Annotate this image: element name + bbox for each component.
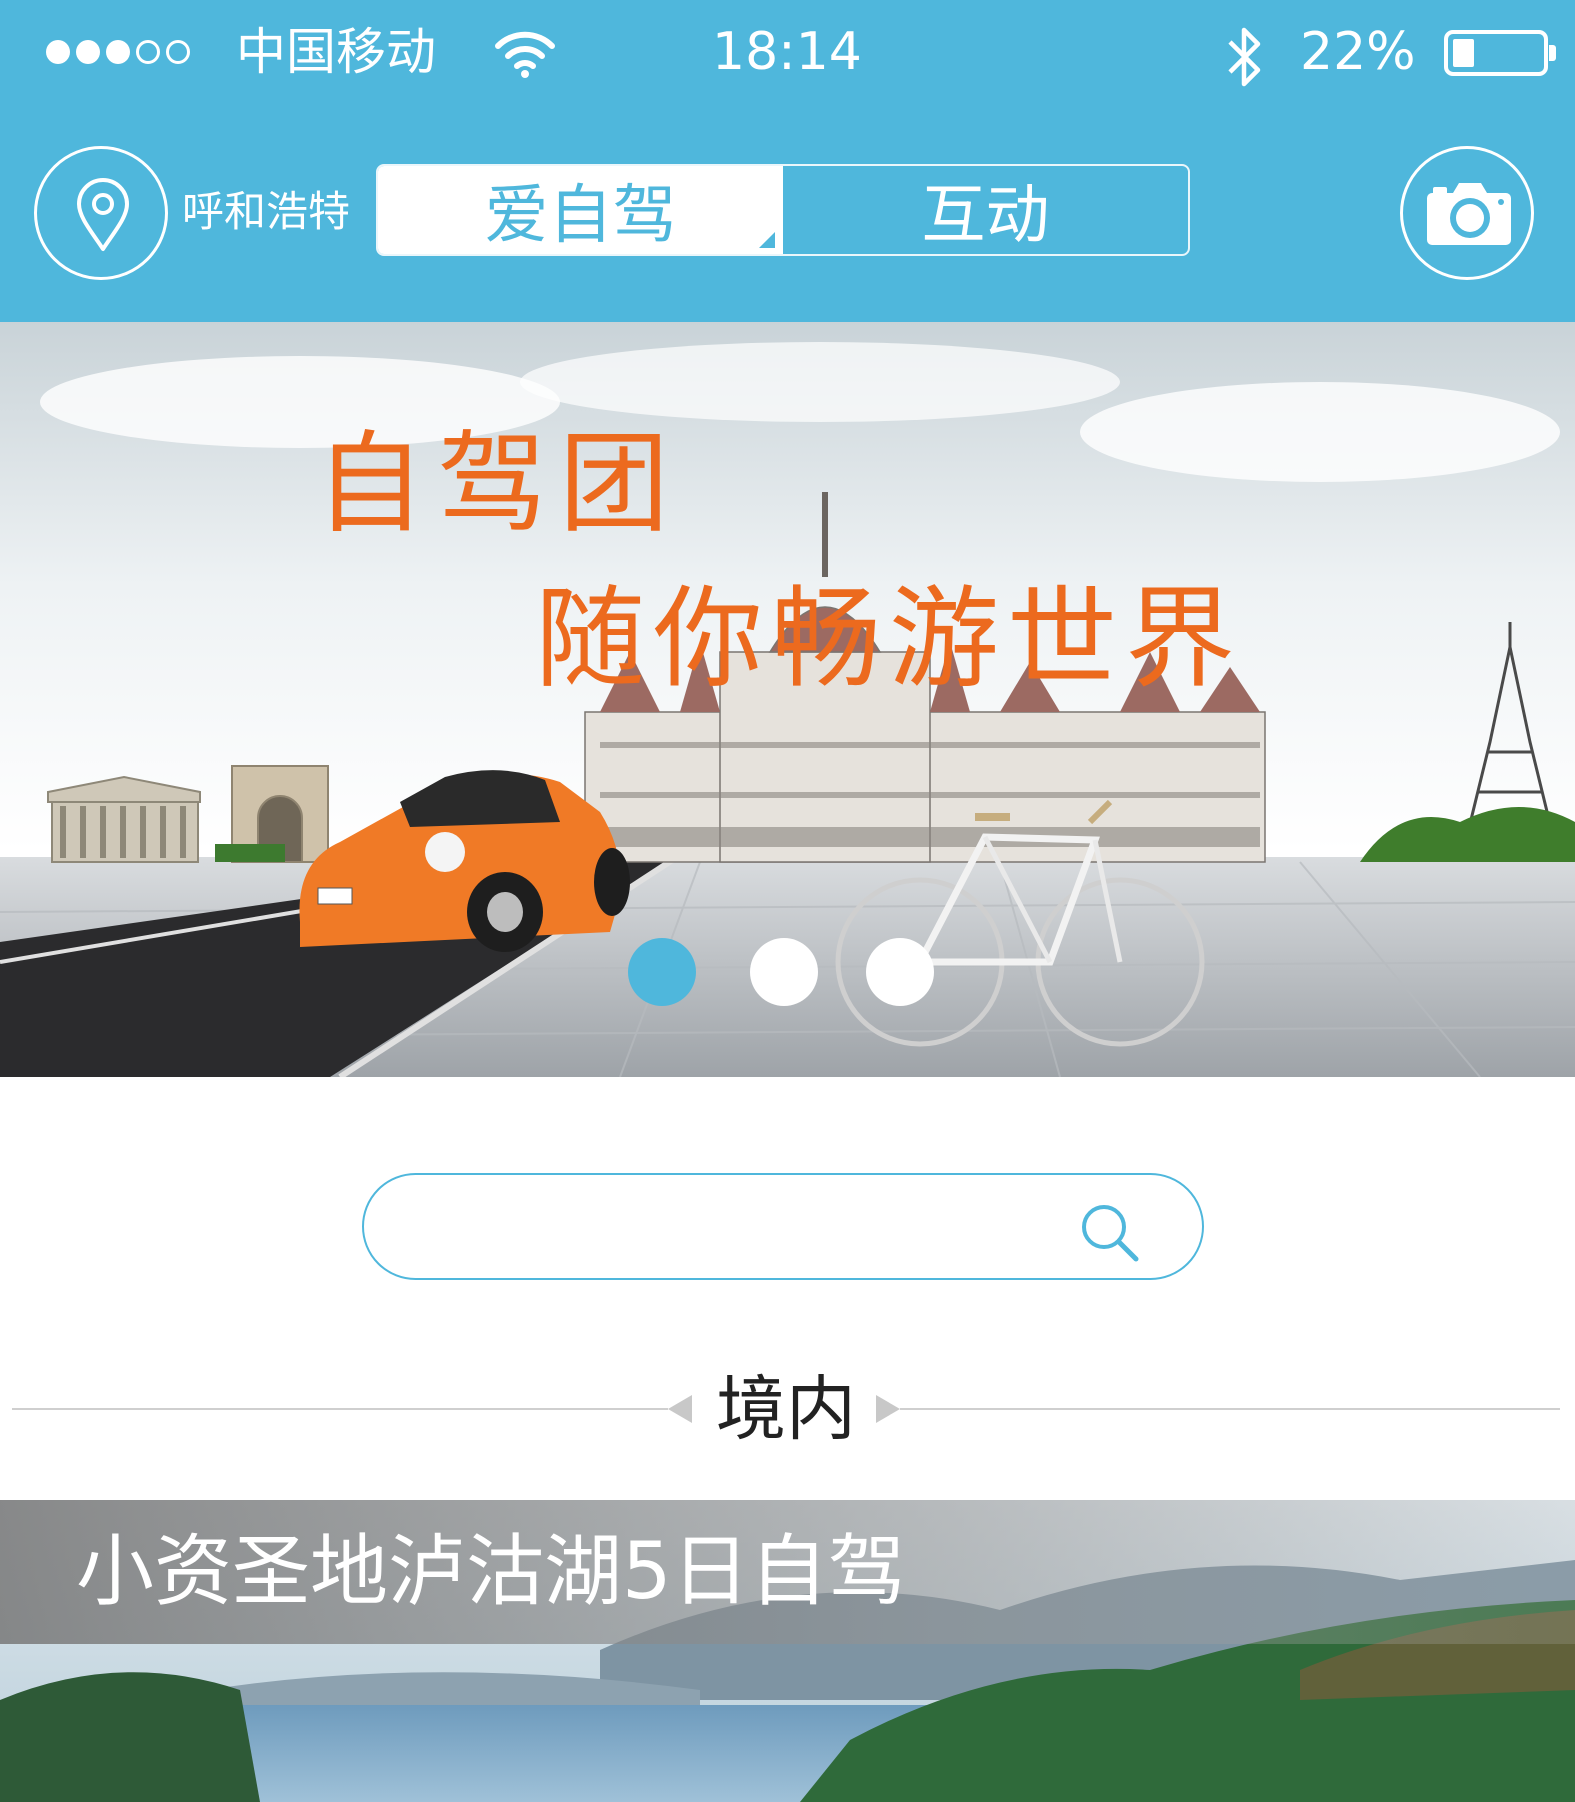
bluetooth-icon <box>1224 26 1264 92</box>
signal-dot <box>136 40 160 64</box>
camera-button[interactable] <box>1400 146 1534 280</box>
tab-interaction-label: 互动 <box>921 179 1050 253</box>
trip-card[interactable]: 小资圣地泸沽湖5日自驾 <box>0 1500 1575 1802</box>
section-arrow-right <box>876 1395 900 1423</box>
section-divider-right <box>900 1408 1560 1410</box>
signal-dot <box>106 40 130 64</box>
search-bar <box>362 1173 1204 1280</box>
trip-card-title: 小资圣地泸沽湖5日自驾 <box>76 1527 906 1617</box>
tab-self-drive-label: 爱自驾 <box>484 179 677 253</box>
location-button[interactable] <box>34 146 168 280</box>
wifi-icon <box>494 30 556 82</box>
current-city[interactable]: 呼和浩特 <box>182 184 350 240</box>
tab-self-drive[interactable]: 爱自驾 <box>378 166 783 254</box>
signal-dot <box>166 40 190 64</box>
camera-icon <box>1427 183 1511 245</box>
section-title: 境内 <box>716 1368 856 1450</box>
search-input[interactable] <box>404 1193 1088 1261</box>
tab-interaction[interactable]: 互动 <box>783 166 1188 254</box>
carousel-dot-2[interactable] <box>750 938 818 1006</box>
battery-percent: 22% <box>1300 22 1416 82</box>
carousel-dot-1[interactable] <box>628 938 696 1006</box>
active-tab-indicator <box>759 232 775 248</box>
banner-headline-line2: 随你畅游世界 <box>535 575 1243 703</box>
signal-dot <box>76 40 100 64</box>
carousel-dot-3[interactable] <box>866 938 934 1006</box>
nav-bar: 呼和浩特 爱自驾 互动 <box>0 112 1575 322</box>
status-bar: 中国移动 18:14 22% <box>0 0 1575 112</box>
search-icon[interactable] <box>1074 1197 1144 1271</box>
battery-level <box>1453 39 1475 67</box>
clock-time: 18:14 <box>712 22 862 82</box>
section-divider-left <box>12 1408 668 1410</box>
battery-cap <box>1549 45 1556 61</box>
segmented-control: 爱自驾 互动 <box>376 164 1190 256</box>
signal-strength-icon <box>46 40 190 64</box>
section-arrow-left <box>668 1395 692 1423</box>
carrier-name: 中国移动 <box>236 23 436 81</box>
map-pin-icon <box>77 178 129 251</box>
signal-dot <box>46 40 70 64</box>
battery-icon <box>1444 30 1556 76</box>
banner-headline-line1: 自驾团 <box>315 420 681 548</box>
